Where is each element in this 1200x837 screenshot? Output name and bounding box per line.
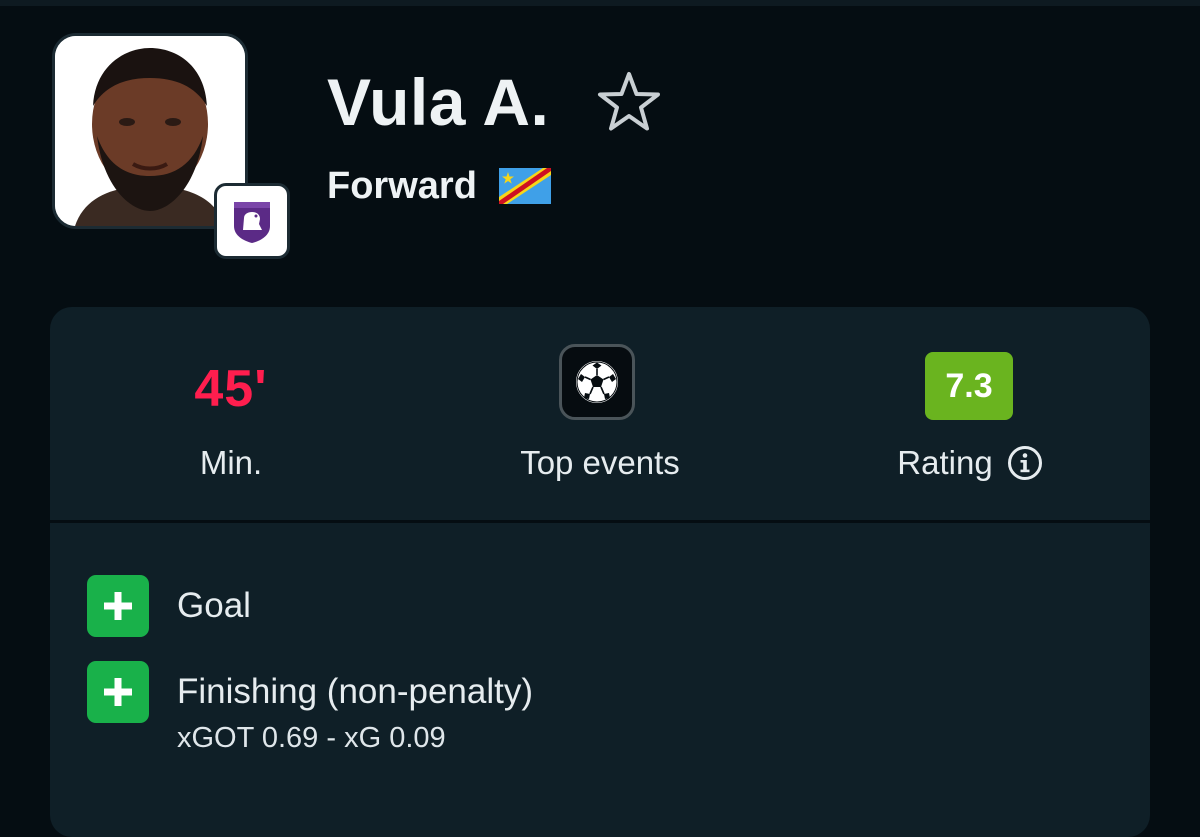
plus-icon <box>87 575 149 637</box>
position-row: Forward <box>327 163 551 209</box>
top-events-stat[interactable]: Top events <box>450 307 750 521</box>
event-detail: xGOT 0.69 - xG 0.09 <box>177 722 446 754</box>
star-outline-icon[interactable] <box>597 70 661 134</box>
match-stats-card: 45' Min. Top events 7.3 Rating Goal Fini… <box>50 307 1150 837</box>
event-title: Finishing (non-penalty) <box>177 672 534 711</box>
stats-row: 45' Min. Top events 7.3 Rating <box>50 307 1150 521</box>
dr-congo-flag-icon <box>498 168 551 204</box>
top-events-label: Top events <box>520 444 680 481</box>
minutes-label: Min. <box>199 444 263 481</box>
top-events-button[interactable] <box>559 344 635 420</box>
football-icon <box>576 361 618 403</box>
rating-label-row: Rating <box>820 443 1120 483</box>
position-label: Forward <box>327 165 477 207</box>
rating-badge: 7.3 <box>925 352 1013 420</box>
club-crest-icon[interactable] <box>214 183 290 259</box>
info-icon[interactable] <box>1007 445 1043 481</box>
event-item-goal: Goal <box>87 575 251 637</box>
plus-icon <box>87 661 149 723</box>
card-divider <box>50 520 1150 523</box>
event-item-finishing: Finishing (non-penalty) xGOT 0.69 - xG 0… <box>87 661 533 755</box>
event-title: Goal <box>177 586 251 625</box>
rating-stat: 7.3 Rating <box>820 307 1120 521</box>
rating-label: Rating <box>897 444 993 481</box>
top-strip <box>0 0 1200 6</box>
player-name: Vula A. <box>327 65 550 139</box>
player-avatar[interactable] <box>52 33 290 259</box>
minutes-value: 45' <box>194 360 268 418</box>
minutes-stat: 45' Min. <box>81 307 381 521</box>
